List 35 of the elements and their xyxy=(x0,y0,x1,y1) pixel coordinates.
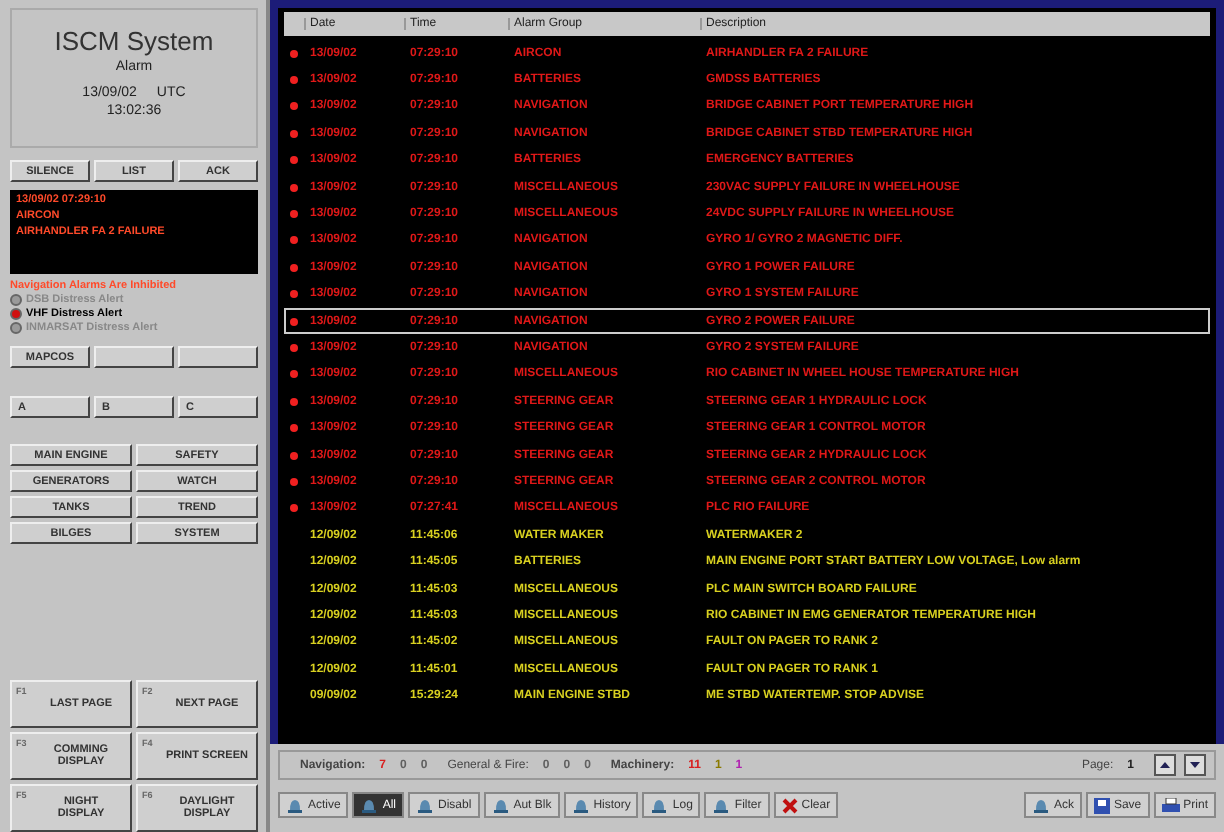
alarm-dot xyxy=(290,76,298,85)
alarm-dot xyxy=(290,102,298,111)
alarm-dot xyxy=(290,263,298,272)
close-icon xyxy=(781,797,798,813)
alarm-dot xyxy=(290,370,298,379)
bell-icon xyxy=(1031,797,1050,813)
printer-icon xyxy=(1161,797,1180,813)
alarm-dot xyxy=(290,290,298,299)
bell-icon xyxy=(491,797,510,813)
alarm-dot xyxy=(290,424,298,433)
system-title: ISCM System xyxy=(54,26,214,56)
page-up-button[interactable] xyxy=(1154,754,1176,776)
alarm-dot xyxy=(290,156,298,165)
alarm-dot xyxy=(290,504,298,513)
bell-icon xyxy=(650,797,669,813)
bell-icon xyxy=(286,797,304,813)
alarm-dot xyxy=(290,317,298,326)
bell-icon xyxy=(416,797,435,813)
panel-button[interactable] xyxy=(94,346,174,368)
alarm-dot xyxy=(290,477,298,486)
alarm-dot xyxy=(290,451,298,460)
alarm-dot xyxy=(290,210,298,219)
bell-icon xyxy=(571,797,590,813)
alarm-dot xyxy=(290,183,298,192)
bell-icon xyxy=(360,797,379,813)
alarm-dot xyxy=(290,129,298,138)
alarm-dot xyxy=(290,49,298,58)
down-arrow-icon xyxy=(1190,760,1200,770)
alarm-dot xyxy=(290,236,298,245)
alarm-dot xyxy=(290,343,298,352)
bell-icon xyxy=(712,797,731,813)
up-arrow-icon xyxy=(1160,760,1170,770)
alarm-dot xyxy=(290,397,298,406)
page-down-button[interactable] xyxy=(1184,754,1206,776)
panel-button[interactable] xyxy=(178,346,258,368)
